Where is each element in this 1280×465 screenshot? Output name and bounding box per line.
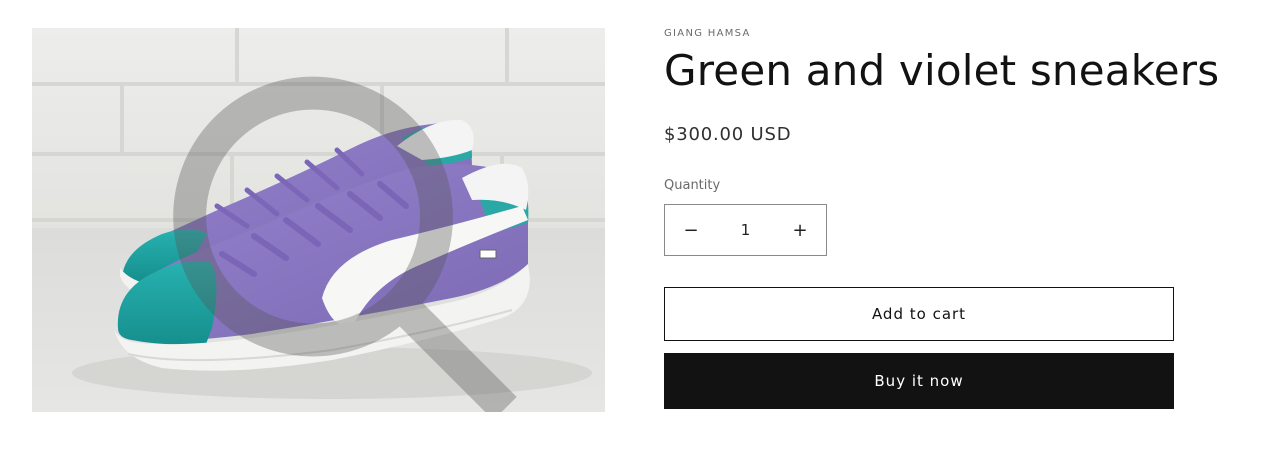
zoom-icon	[173, 76, 517, 412]
buy-now-button[interactable]: Buy it now	[664, 353, 1174, 409]
quantity-label: Quantity	[664, 178, 721, 193]
product-title: Green and violet sneakers	[664, 46, 1220, 95]
quantity-increase-button[interactable]: +	[774, 205, 826, 255]
product-image[interactable]	[32, 28, 605, 412]
add-to-cart-button[interactable]: Add to cart	[664, 287, 1174, 341]
product-vendor: GIANG HAMSA	[664, 28, 751, 39]
quantity-stepper: − +	[664, 204, 827, 256]
product-price: $300.00 USD	[664, 124, 792, 145]
quantity-decrease-button[interactable]: −	[665, 205, 717, 255]
quantity-input[interactable]	[718, 220, 773, 240]
